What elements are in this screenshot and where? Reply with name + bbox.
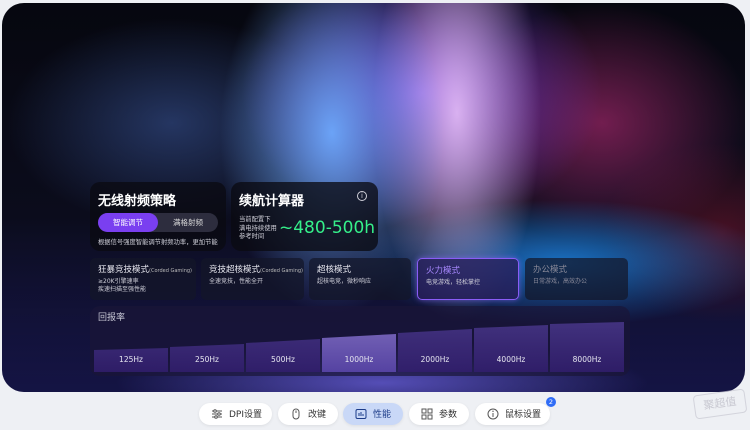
battery-meta-line: 当前配置下 — [239, 216, 271, 223]
mode-desc: ≥20K引擎速率 疾速扫描至强性能 — [98, 278, 188, 293]
mode-desc: 日常游戏，高效办公 — [533, 278, 588, 285]
battery-estimate: ~480-500h — [279, 218, 376, 238]
dpi-icon — [212, 409, 222, 419]
polling-option-8000[interactable] — [550, 322, 624, 372]
nav-label: DPI设置 — [229, 410, 263, 420]
mode-tag: (Corded Gaming) — [149, 268, 192, 274]
mode-desc: 电竞游戏，轻松掌控 — [426, 279, 481, 286]
nav-performance[interactable]: 性能 — [343, 403, 403, 425]
watermark-logo: 聚超值 — [692, 388, 748, 420]
performance-modes: 狂暴竞技模式(Corded Gaming) ≥20K引擎速率 疾速扫描至强性能 … — [90, 258, 630, 304]
nav-dpi-settings[interactable]: DPI设置 — [199, 403, 272, 425]
mode-name: 办公模式 — [533, 265, 568, 275]
mode-card-hypercore[interactable]: 超核模式 超核电竞，微秒响应 — [309, 258, 411, 300]
polling-option-2000[interactable] — [398, 329, 472, 372]
mode-name: 火力模式 — [426, 266, 461, 276]
nav-mouse-settings[interactable]: 鼠标设置 2 — [475, 397, 556, 425]
mode-name: 超核模式 — [317, 265, 352, 275]
mode-card-office[interactable]: 办公模式 日常游戏，高效办公 — [525, 258, 628, 300]
nav-label: 改键 — [308, 410, 327, 420]
performance-icon — [355, 409, 367, 419]
nav-label: 性能 — [373, 410, 392, 420]
mode-card-rage[interactable]: 狂暴竞技模式(Corded Gaming) ≥20K引擎速率 疾速扫描至强性能 — [90, 258, 196, 300]
mode-desc: 超核电竞，微秒响应 — [317, 278, 372, 285]
mode-card-firepower[interactable]: 火力模式 电竞游戏，轻松掌控 — [417, 258, 519, 300]
mode-card-competitive-hypercore[interactable]: 竞技超核模式(Corded Gaming) 全速竞技，性能全开 — [201, 258, 304, 300]
mode-desc-line: ≥20K引擎速率 — [98, 278, 139, 285]
mode-desc: 全速竞技，性能全开 — [209, 278, 264, 285]
polling-option-125[interactable] — [94, 348, 168, 372]
polling-option-250[interactable] — [170, 344, 244, 372]
polling-rate-text: 8000Hz — [572, 355, 602, 364]
grid-icon — [421, 408, 433, 420]
wireless-strategy-title: 无线射频策略 — [98, 194, 177, 209]
polling-rate-text: 500Hz — [271, 355, 295, 364]
rf-mode-toggle[interactable]: 智能调节 满格射频 — [98, 213, 218, 232]
nav-label: 参数 — [439, 410, 458, 420]
battery-meta-line: 满电持续使用 — [239, 224, 277, 232]
mouse-icon — [292, 408, 300, 420]
battery-meta: 当前配置下 满电持续使用 参考时间 — [239, 216, 277, 242]
polling-rate-text: 2000Hz — [420, 355, 450, 364]
mode-name: 竞技超核模式(Corded Gaming) — [209, 263, 303, 275]
battery-meta-line: 参考时间 — [239, 233, 265, 240]
battery-calculator-card: 续航计算器 i 当前配置下 满电持续使用 参考时间 ~480-500h — [231, 182, 378, 251]
nav-key-remap[interactable]: 改键 — [278, 403, 338, 425]
mode-tag: (Corded Gaming) — [260, 268, 303, 274]
nav-label: 鼠标设置 — [505, 410, 542, 420]
mode-title: 狂暴竞技模式 — [98, 265, 150, 275]
polling-rate-text: 4000Hz — [496, 355, 526, 364]
polling-rate-text: 250Hz — [195, 355, 219, 364]
wireless-strategy-note: 根据信号强度智能调节射频功率，更加节能 — [98, 239, 218, 246]
wireless-strategy-card: 无线射频策略 智能调节 满格射频 根据信号强度智能调节射频功率，更加节能 — [90, 182, 226, 251]
polling-rate-text: 1000Hz — [344, 355, 374, 364]
polling-option-500[interactable] — [246, 339, 320, 372]
mode-name: 狂暴竞技模式(Corded Gaming) — [98, 263, 192, 275]
polling-option-1000[interactable] — [322, 334, 396, 372]
mode-desc-line: 疾速扫描至强性能 — [98, 285, 147, 293]
battery-calculator-title: 续航计算器 — [239, 194, 305, 209]
rf-option-smart[interactable]: 智能调节 — [98, 213, 158, 232]
info-icon — [487, 408, 499, 420]
notification-badge: 2 — [546, 397, 556, 407]
polling-option-4000[interactable] — [474, 325, 548, 372]
info-icon[interactable]: i — [357, 191, 367, 201]
polling-rate-text: 125Hz — [119, 355, 143, 364]
polling-rate-panel: 回报率 125Hz 250Hz 500Hz 1000Hz 2000Hz 4000… — [90, 306, 630, 376]
rf-option-full[interactable]: 满格射频 — [158, 213, 218, 232]
nav-parameters[interactable]: 参数 — [409, 403, 469, 425]
mode-title: 竞技超核模式 — [209, 265, 261, 275]
polling-rate-selector[interactable]: 125Hz 250Hz 500Hz 1000Hz 2000Hz 4000Hz 8… — [94, 322, 626, 372]
